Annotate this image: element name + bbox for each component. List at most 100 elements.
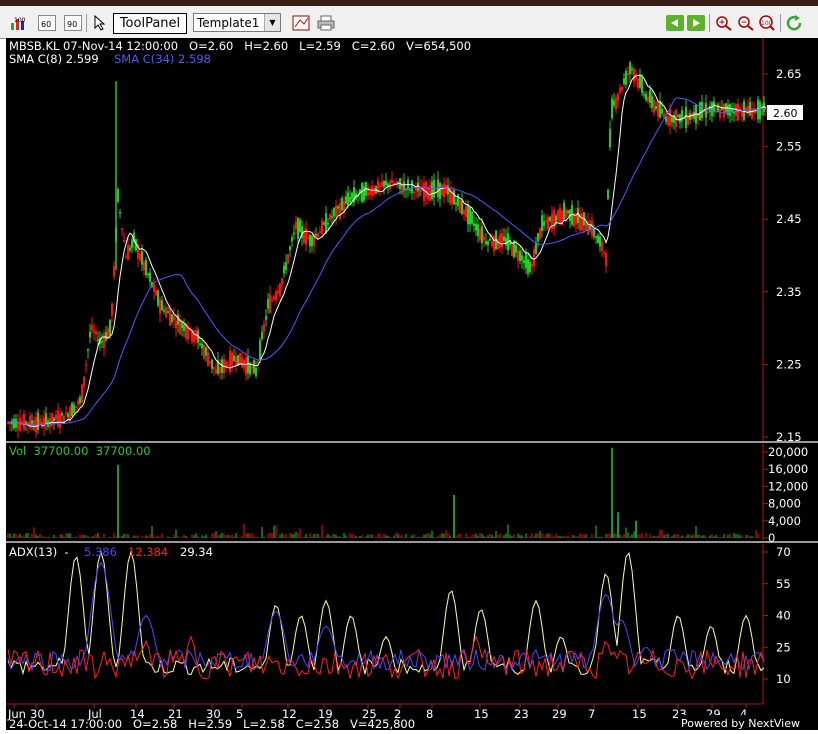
price-candle <box>91 324 93 331</box>
chart-canvas[interactable]: 2.65 2.55 2.45 2.35 2.25 2.1520,000 16,000 12,0… <box>6 38 818 731</box>
adx-value: 29.34 <box>180 545 213 559</box>
adx-tick-label: 10 <box>776 672 791 686</box>
price-candle <box>727 104 729 115</box>
bar-chart-icon[interactable]: 100 <box>10 14 28 32</box>
back-arrow-icon[interactable] <box>666 14 684 32</box>
price-candle <box>521 255 523 261</box>
price-candle <box>469 207 471 225</box>
chart-area[interactable]: 2.65 2.55 2.45 2.35 2.25 2.15 20,000 16,000 12,0… <box>6 38 818 731</box>
price-candle <box>97 339 99 342</box>
price-candle <box>259 340 261 361</box>
price-candle <box>599 236 601 247</box>
vol-tick-label: 8,000 <box>768 497 801 511</box>
template-select[interactable]: Template1 ▼ <box>193 13 281 32</box>
price-candle <box>671 116 673 123</box>
price-candle <box>633 68 635 82</box>
price-candle <box>651 96 653 108</box>
price-candle <box>345 196 347 204</box>
vol-tick-label: 16,000 <box>768 462 808 476</box>
price-candle <box>717 104 719 112</box>
price-candle <box>201 343 203 349</box>
price-candle <box>455 202 457 205</box>
price-candle <box>379 184 381 188</box>
zoom-60-icon[interactable]: 60 <box>38 14 56 32</box>
price-candle <box>147 273 149 276</box>
price-candle <box>585 222 587 231</box>
price-candle <box>501 233 503 248</box>
price-candle <box>77 400 79 405</box>
price-candle <box>349 196 351 203</box>
price-candle <box>653 99 655 113</box>
price-candle <box>165 307 167 317</box>
price-candle <box>347 192 349 205</box>
price-candle <box>535 242 537 255</box>
adx-tick-label: 40 <box>776 609 791 623</box>
price-candle <box>533 248 535 267</box>
price-candle <box>199 343 201 345</box>
price-candle <box>263 324 265 332</box>
price-candle <box>253 360 255 373</box>
svg-text:100: 100 <box>761 20 773 27</box>
price-candle <box>383 180 385 187</box>
price-candle <box>175 320 177 329</box>
price-candle <box>627 73 629 75</box>
price-candle <box>149 272 151 282</box>
price-candle <box>241 357 243 368</box>
price-candle <box>267 299 269 309</box>
adx-plus-di-line <box>7 635 765 681</box>
price-candle <box>177 314 179 325</box>
price-candle <box>281 278 283 285</box>
x-tick-label: 7 <box>588 707 595 721</box>
price-candle <box>463 209 465 215</box>
adx-tick-label: 25 <box>776 640 791 654</box>
price-candle <box>485 240 487 245</box>
price-candle <box>261 331 263 340</box>
price-tick-label: 2.35 <box>776 285 802 299</box>
price-candle <box>311 236 313 247</box>
price-candle <box>493 236 495 252</box>
svg-text:60: 60 <box>41 20 51 29</box>
price-candle <box>123 239 125 242</box>
price-candle <box>489 238 491 241</box>
price-candle <box>661 108 663 114</box>
price-candle <box>295 221 297 229</box>
zoom-in-icon[interactable] <box>715 14 733 32</box>
price-candle <box>681 110 683 122</box>
price-candle <box>337 206 339 209</box>
forward-arrow-icon[interactable] <box>687 14 705 32</box>
price-candle <box>341 198 343 211</box>
price-candle <box>271 299 273 302</box>
price-candle <box>19 418 21 431</box>
price-candle <box>467 204 469 225</box>
price-candle <box>289 246 291 251</box>
price-candle <box>109 319 111 336</box>
price-candle <box>331 216 333 218</box>
toolpanel-button[interactable]: ToolPanel <box>113 13 187 34</box>
price-candle <box>617 93 619 101</box>
price-candle <box>505 237 507 246</box>
chart-grid-icon[interactable] <box>292 14 310 32</box>
refresh-icon[interactable] <box>786 14 804 32</box>
price-candle <box>465 206 467 217</box>
price-candle <box>411 180 413 194</box>
chevron-down-icon[interactable]: ▼ <box>264 14 280 31</box>
price-candle <box>309 234 311 247</box>
price-candle <box>595 236 597 238</box>
pointer-icon[interactable] <box>91 14 109 32</box>
zoom-90-icon[interactable]: 90 <box>64 14 82 32</box>
zoom-out-icon[interactable] <box>737 14 755 32</box>
vol-tick-label: 0 <box>768 531 775 545</box>
price-candle <box>291 237 293 242</box>
price-candle <box>439 182 441 199</box>
price-candle <box>139 253 141 261</box>
price-candle <box>71 403 73 417</box>
price-candle <box>413 191 415 194</box>
price-candle <box>519 250 521 262</box>
price-candle <box>707 111 709 114</box>
axis-ticks: 2.65 2.55 2.45 2.35 2.25 2.1520,000 16,000 12,0… <box>7 67 808 721</box>
print-icon[interactable] <box>317 14 335 32</box>
price-candle <box>129 247 131 251</box>
price-candle <box>119 212 121 214</box>
price-candle <box>159 299 161 314</box>
zoom-100-icon[interactable]: 100 <box>758 14 776 32</box>
